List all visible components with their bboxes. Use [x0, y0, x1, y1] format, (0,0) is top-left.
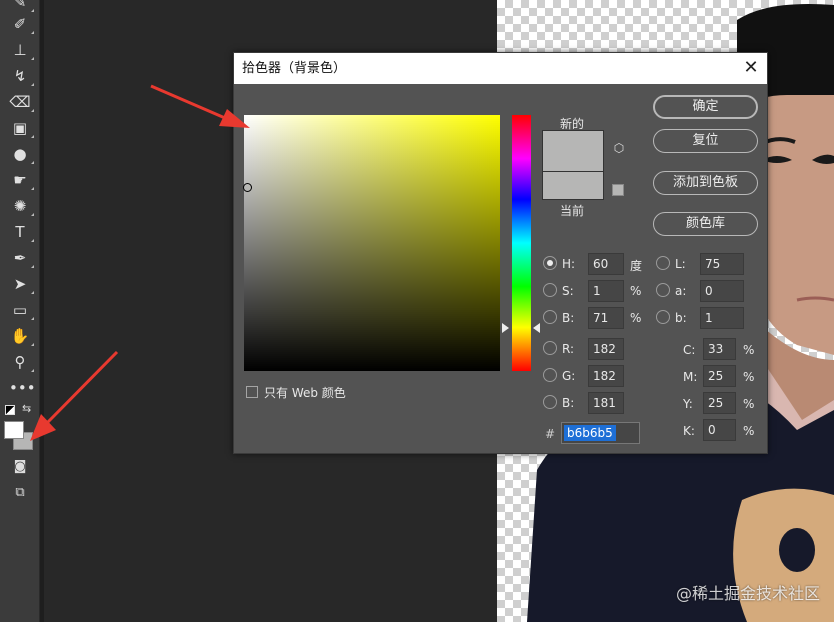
watermark: @稀土掘金技术社区 — [675, 584, 820, 603]
arrow-to-color-field — [150, 84, 250, 128]
annotation-arrows — [30, 84, 250, 441]
arrow-to-background-swatch — [30, 350, 119, 441]
